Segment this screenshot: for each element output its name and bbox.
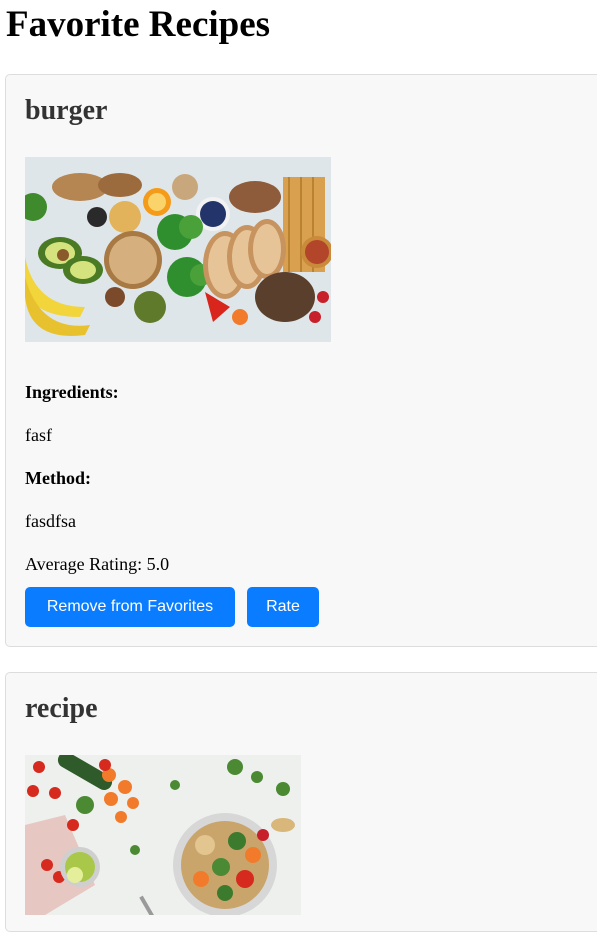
page-title: Favorite Recipes — [6, 4, 271, 45]
method-text: fasdfsa — [25, 511, 76, 531]
recipe-title: burger — [25, 95, 108, 126]
ingredients-label: Ingredients: — [25, 382, 119, 402]
remove-from-favorites-button[interactable]: Remove from Favorites — [25, 587, 235, 627]
recipe-card: recipe — [5, 672, 597, 932]
ingredients-text: fasf — [25, 425, 52, 445]
rate-button[interactable]: Rate — [247, 587, 319, 627]
recipe-image — [25, 157, 331, 342]
method-label: Method: — [25, 468, 91, 488]
recipe-title: recipe — [25, 693, 98, 724]
average-rating: Average Rating: 5.0 — [25, 554, 170, 574]
recipe-image — [25, 755, 301, 915]
recipe-card: burger Ingredients: fasf Method: fasdfsa… — [5, 74, 597, 647]
